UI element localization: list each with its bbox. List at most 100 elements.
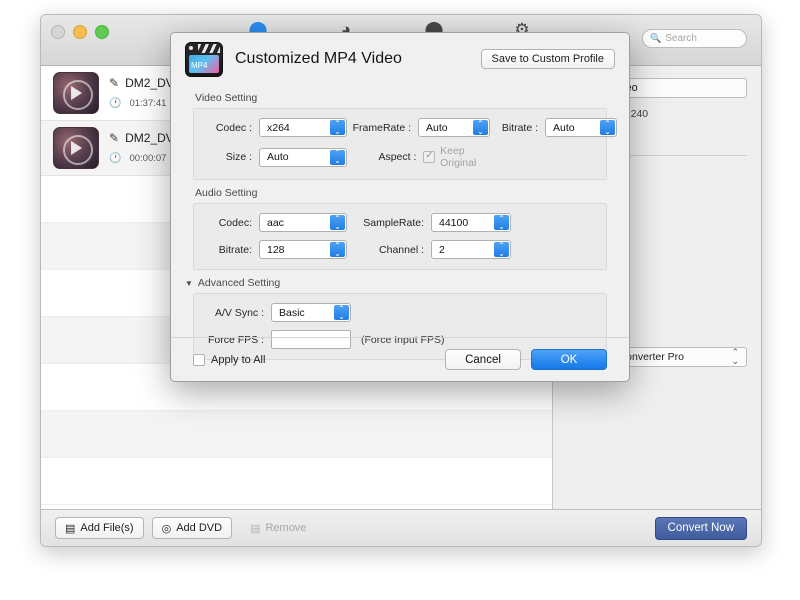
remove-icon: ▤ — [250, 522, 261, 535]
search-placeholder: Search — [665, 33, 697, 44]
search-input[interactable]: 🔍 Search — [642, 29, 747, 48]
audio-setting-group: Codec: aac ⌃ ⌄ SampleRate: 44100 ⌃ ⌄ Bit… — [193, 203, 607, 270]
advanced-setting-toggle[interactable]: ▼ Advanced Setting — [185, 277, 607, 289]
stepper-icon: ⌃ ⌄ — [330, 149, 345, 165]
audio-bitrate-label: Bitrate: — [218, 243, 252, 256]
file-duration: 00:00:07 — [129, 153, 167, 164]
video-codec-cell: Codec : x264 ⌃ ⌄ — [204, 118, 347, 137]
video-codec-value: x264 — [267, 121, 290, 134]
screenshot-root: ⬤ ◕ ⬤ ⚙ 🔍 Search ✎ DM2_DVD_title 🕐 01:37… — [0, 0, 800, 600]
search-icon: 🔍 — [650, 33, 662, 43]
dialog-body: Video Setting Codec : x264 ⌃ ⌄ FrameRate … — [171, 92, 629, 360]
apply-to-all-label: Apply to All — [211, 353, 266, 366]
apply-to-all-checkbox[interactable] — [193, 353, 205, 366]
audio-row-2: Bitrate: 128 ⌃ ⌄ Channel : 2 ⌃ ⌄ — [204, 240, 596, 259]
video-thumbnail — [53, 127, 99, 169]
dialog-header: MP4 Customized MP4 Video Save to Custom … — [171, 33, 629, 85]
play-icon — [63, 135, 93, 165]
video-codec-select[interactable]: x264 ⌃ ⌄ — [259, 118, 347, 137]
audio-codec-value: aac — [267, 216, 284, 229]
video-framerate-label: FrameRate : — [352, 121, 411, 134]
keep-original-checkbox-row[interactable]: Keep Original — [423, 145, 502, 169]
ok-button[interactable]: OK — [531, 349, 607, 370]
advanced-row-1: A/V Sync : Basic ⌃ ⌄ — [204, 303, 596, 322]
audio-samplerate-value: 44100 — [439, 216, 469, 229]
video-row-1: Codec : x264 ⌃ ⌄ FrameRate : Auto ⌃ ⌄ Bi… — [204, 118, 617, 137]
stepper-icon: ⌃ ⌄ — [330, 214, 345, 230]
list-item[interactable] — [41, 411, 552, 458]
audio-channel-select[interactable]: 2 ⌃ ⌄ — [431, 240, 511, 259]
list-item[interactable] — [41, 458, 552, 505]
av-sync-label: A/V Sync : — [214, 306, 264, 319]
play-icon — [63, 80, 93, 110]
stepper-icon: ⌃ ⌄ — [731, 347, 739, 366]
file-duration: 01:37:41 — [129, 98, 167, 109]
convert-now-label: Convert Now — [667, 522, 734, 534]
add-dvd-button[interactable]: ◎ Add DVD — [151, 517, 233, 539]
audio-samplerate-select[interactable]: 44100 ⌃ ⌄ — [431, 213, 511, 232]
add-files-button[interactable]: ▤ Add File(s) — [55, 517, 144, 539]
av-sync-value: Basic — [279, 306, 305, 319]
maximize-window-button[interactable] — [95, 25, 109, 39]
clapperboard-top — [186, 42, 222, 54]
remove-label: Remove — [265, 522, 307, 534]
mp4-clapperboard-icon: MP4 — [185, 41, 223, 77]
stepper-icon: ⌃ ⌄ — [494, 241, 509, 257]
video-size-cell: Size : Auto ⌃ ⌄ — [204, 147, 354, 167]
video-aspect-label: Aspect : — [378, 151, 417, 163]
video-codec-label: Codec : — [215, 121, 252, 134]
av-sync-select[interactable]: Basic ⌃ ⌄ — [271, 303, 351, 322]
audio-channel-value: 2 — [439, 243, 445, 256]
dialog-title: Customized MP4 Video — [235, 50, 402, 67]
stepper-icon: ⌃ ⌄ — [494, 214, 509, 230]
save-to-custom-profile-button[interactable]: Save to Custom Profile — [480, 49, 615, 69]
audio-row-1: Codec: aac ⌃ ⌄ SampleRate: 44100 ⌃ ⌄ — [204, 213, 596, 232]
ok-label: OK — [560, 353, 578, 366]
clock-icon: 🕐 — [109, 153, 122, 164]
video-framerate-value: Auto — [426, 121, 448, 134]
remove-button: ▤ Remove — [240, 517, 316, 539]
video-framerate-select[interactable]: Auto ⌃ ⌄ — [418, 118, 490, 137]
save-to-custom-profile-label: Save to Custom Profile — [491, 53, 605, 65]
pencil-icon[interactable]: ✎ — [109, 76, 119, 90]
cancel-button[interactable]: Cancel — [445, 349, 521, 370]
convert-now-button[interactable]: Convert Now — [654, 516, 747, 540]
audio-codec-select[interactable]: aac ⌃ ⌄ — [259, 213, 347, 232]
disc-icon: ◎ — [161, 522, 172, 535]
audio-samplerate-cell: SampleRate: 44100 ⌃ ⌄ — [354, 213, 511, 232]
video-bitrate-cell: Bitrate : Auto ⌃ ⌄ — [490, 118, 617, 137]
audio-setting-label: Audio Setting — [195, 187, 258, 199]
audio-codec-label: Codec: — [218, 216, 252, 229]
stepper-icon: ⌃ ⌄ — [334, 304, 349, 320]
audio-bitrate-cell: Bitrate: 128 ⌃ ⌄ — [204, 240, 354, 259]
stepper-icon: ⌃ ⌄ — [330, 119, 345, 135]
audio-channel-cell: Channel : 2 ⌃ ⌄ — [354, 240, 511, 259]
minimize-window-button[interactable] — [73, 25, 87, 39]
audio-bitrate-select[interactable]: 128 ⌃ ⌄ — [259, 240, 347, 259]
customized-profile-dialog: MP4 Customized MP4 Video Save to Custom … — [170, 32, 630, 382]
audio-samplerate-label: SampleRate: — [363, 216, 424, 229]
video-aspect-cell: Aspect : Keep Original — [354, 145, 502, 169]
video-bitrate-select[interactable]: Auto ⌃ ⌄ — [545, 118, 617, 137]
audio-codec-cell: Codec: aac ⌃ ⌄ — [204, 213, 354, 232]
video-framerate-cell: FrameRate : Auto ⌃ ⌄ — [347, 118, 490, 137]
advanced-setting-label: Advanced Setting — [197, 277, 281, 289]
video-size-label: Size : — [225, 151, 252, 163]
dialog-footer: Apply to All Cancel OK — [171, 337, 629, 381]
video-size-value: Auto — [267, 151, 289, 163]
bottom-toolbar: ▤ Add File(s) ◎ Add DVD ▤ Remove Convert… — [41, 509, 761, 546]
pencil-icon[interactable]: ✎ — [109, 131, 119, 145]
av-sync-cell: A/V Sync : Basic ⌃ ⌄ — [204, 303, 351, 322]
audio-bitrate-value: 128 — [267, 243, 285, 256]
video-row-2: Size : Auto ⌃⌄ Aspect : Keep Original — [204, 145, 596, 169]
video-bitrate-label: Bitrate : — [501, 121, 538, 134]
close-window-button[interactable] — [51, 25, 65, 39]
video-setting-label: Video Setting — [195, 92, 258, 104]
icon-badge-label: MP4 — [191, 60, 208, 70]
video-size-select[interactable]: Auto ⌃ ⌄ — [259, 147, 347, 167]
cancel-label: Cancel — [465, 353, 501, 366]
add-files-label: Add File(s) — [80, 522, 134, 534]
keep-original-checkbox — [423, 150, 436, 163]
clock-icon: 🕐 — [109, 98, 122, 109]
add-files-icon: ▤ — [65, 522, 76, 535]
